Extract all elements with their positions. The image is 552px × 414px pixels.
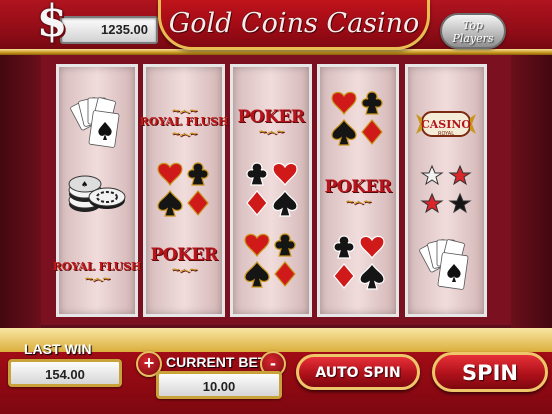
spin-label: SPIN: [462, 361, 518, 385]
reel-1: ♠ ROYAL FLUSH ~෴~: [53, 64, 142, 317]
reel-2: ~෴~ ROYAL FLUSH ~෴~ POKER ~෴~: [140, 64, 229, 317]
swirl-ornament-icon: ~෴~: [171, 127, 198, 140]
four-suits-icon: [320, 227, 396, 297]
four-suits-icon: [233, 225, 309, 295]
last-win-label: LAST WIN: [24, 341, 92, 357]
left-side-panel: [0, 55, 41, 340]
top-players-label-line1: Top: [462, 19, 484, 32]
casino-badge-text: CASINO: [421, 118, 471, 131]
stars-icon: [408, 155, 484, 225]
game-title: Gold Coins Casino: [168, 8, 420, 39]
royal-flush-text: ROYAL FLUSH: [52, 259, 142, 273]
svg-text:♠: ♠: [81, 180, 88, 189]
poker-logo: POKER ~෴~: [320, 157, 396, 227]
chips-stack-icon: ♠: [59, 159, 135, 229]
casino-badge-icon: CASINO ROYAL: [408, 89, 484, 159]
swirl-ornament-icon: ~෴~: [258, 124, 285, 138]
balance-display: 1235.00: [60, 16, 158, 44]
royal-flush-logo: ~෴~ ROYAL FLUSH ~෴~: [140, 87, 229, 157]
poker-text: POKER: [150, 244, 218, 265]
last-win-display: 154.00: [8, 359, 122, 387]
cards-spade-hand-icon: [59, 87, 135, 157]
right-side-panel: [511, 55, 552, 340]
auto-spin-button[interactable]: AUTO SPIN: [296, 354, 420, 390]
top-players-button[interactable]: Top Players: [440, 13, 506, 49]
swirl-ornament-icon: ~෴~: [345, 194, 372, 208]
title-plate: Gold Coins Casino: [158, 0, 430, 50]
poker-logo: POKER ~෴~: [233, 87, 309, 157]
casino-badge-sub: ROYAL: [438, 131, 454, 137]
current-bet-label: CURRENT BET: [166, 354, 267, 370]
swirl-ornament-icon: ~෴~: [84, 271, 111, 285]
auto-spin-label: AUTO SPIN: [315, 365, 401, 381]
current-bet-display: 10.00: [156, 371, 282, 399]
four-suits-icon: [233, 154, 309, 224]
four-suits-icon: [146, 154, 222, 224]
top-players-label-line2: Players: [452, 32, 494, 45]
balance-value: 1235.00: [101, 22, 148, 37]
current-bet-value: 10.00: [202, 379, 236, 394]
poker-logo: POKER ~෴~: [146, 225, 222, 295]
swirl-ornament-icon: ~෴~: [171, 262, 198, 276]
royal-flush-logo: ROYAL FLUSH ~෴~: [53, 237, 142, 307]
dollar-icon: $: [36, 0, 68, 47]
reel-3: POKER ~෴~: [230, 64, 312, 317]
reel-4: POKER ~෴~: [317, 64, 399, 317]
reel-5: CASINO ROYAL: [405, 64, 487, 317]
last-win-value: 154.00: [45, 367, 85, 382]
four-suits-icon: [320, 83, 396, 153]
spin-button[interactable]: SPIN: [432, 352, 548, 392]
poker-text: POKER: [237, 106, 305, 127]
cards-spade-hand-icon: [408, 229, 484, 299]
poker-text: POKER: [324, 176, 392, 197]
